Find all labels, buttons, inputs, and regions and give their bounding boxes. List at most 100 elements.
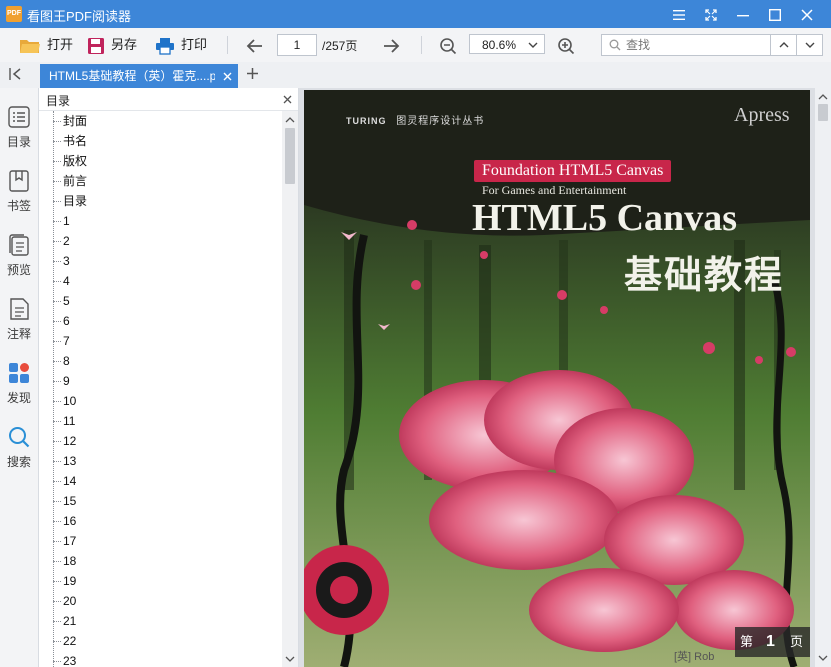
chevron-up-icon <box>779 42 789 48</box>
outline-item[interactable]: 1 <box>39 211 282 231</box>
tab-bar: HTML5基础教程（英）霍克....p <box>0 62 831 89</box>
fullscreen-icon <box>705 9 717 21</box>
rail-item-bookmark[interactable]: 书签 <box>0 170 38 214</box>
open-label: 打开 <box>47 37 74 52</box>
outline-item[interactable]: 4 <box>39 271 282 291</box>
left-rail: 目录 书签 预览 注释 发现 搜索 <box>0 88 39 667</box>
zoom-out-button[interactable] <box>439 34 457 56</box>
scroll-up-icon[interactable] <box>818 94 828 100</box>
outline-item[interactable]: 14 <box>39 471 282 491</box>
page-number-input[interactable]: 1 <box>277 34 317 56</box>
english-title: Foundation HTML5 Canvas <box>482 162 664 179</box>
outline-item[interactable]: 7 <box>39 331 282 351</box>
page-indicator-suffix: 页 <box>790 634 804 649</box>
print-button[interactable]: 打印 <box>155 34 207 56</box>
maximize-icon <box>768 9 782 22</box>
scroll-down-icon[interactable] <box>818 655 828 661</box>
document-tab[interactable]: HTML5基础教程（英）霍克....p <box>40 64 238 88</box>
publisher-logo: Apress <box>734 104 790 126</box>
outline-item[interactable]: 18 <box>39 551 282 571</box>
outline-item[interactable]: 6 <box>39 311 282 331</box>
app-logo-icon: PDF <box>6 6 22 22</box>
outline-item[interactable]: 12 <box>39 431 282 451</box>
prev-page-button[interactable] <box>246 34 264 56</box>
toolbar-separator <box>227 36 228 54</box>
outline-item[interactable]: 23 <box>39 651 282 667</box>
outline-item[interactable]: 3 <box>39 251 282 271</box>
arrow-right-icon <box>384 38 400 53</box>
outline-item[interactable]: 22 <box>39 631 282 651</box>
fullscreen-button[interactable] <box>695 0 727 28</box>
cover-series: TURING 图灵程序设计丛书 <box>346 112 484 127</box>
outline-item[interactable]: 书名 <box>39 131 282 151</box>
scroll-thumb[interactable] <box>285 128 295 184</box>
annotation-icon <box>10 298 29 320</box>
printer-icon <box>156 37 174 55</box>
outline-item[interactable]: 5 <box>39 291 282 311</box>
document-viewer[interactable]: TURING 图灵程序设计丛书 Apress Foundation HTML5 … <box>299 88 815 667</box>
outline-item[interactable]: 15 <box>39 491 282 511</box>
close-tab-icon[interactable] <box>223 72 232 81</box>
window-title: 看图王PDF阅读器 <box>27 9 132 24</box>
outline-item[interactable]: 16 <box>39 511 282 531</box>
rail-item-outline[interactable]: 目录 <box>0 106 38 150</box>
collapse-sidebar-button[interactable] <box>8 67 26 83</box>
rail-label: 发现 <box>6 391 31 405</box>
save-as-button[interactable]: 另存 <box>87 34 137 56</box>
close-button[interactable] <box>791 0 823 28</box>
pdf-page: TURING 图灵程序设计丛书 Apress Foundation HTML5 … <box>304 90 810 667</box>
zoom-select[interactable]: 80.6% <box>469 34 545 54</box>
chevron-down-icon <box>805 42 815 48</box>
outline-item[interactable]: 20 <box>39 591 282 611</box>
rail-item-discover[interactable]: 发现 <box>0 362 38 406</box>
search-input[interactable] <box>624 36 768 54</box>
outline-header: 目录 <box>39 88 298 111</box>
scroll-down-icon[interactable] <box>285 656 295 662</box>
outline-item[interactable]: 19 <box>39 571 282 591</box>
scroll-up-icon[interactable] <box>285 117 295 123</box>
outline-scrollbar[interactable] <box>282 111 298 667</box>
viewer-scrollbar[interactable] <box>815 88 831 667</box>
search-next-button[interactable] <box>796 35 823 55</box>
outline-item[interactable]: 版权 <box>39 151 282 171</box>
rail-item-annotation[interactable]: 注释 <box>0 298 38 342</box>
search-icon <box>609 39 621 51</box>
outline-item[interactable]: 11 <box>39 411 282 431</box>
close-panel-icon[interactable] <box>283 95 292 104</box>
page-indicator: 第 1 页 <box>735 627 810 657</box>
rail-label: 预览 <box>6 263 31 277</box>
open-button[interactable]: 打开 <box>19 34 73 56</box>
zoom-in-button[interactable] <box>557 34 575 56</box>
outline-item[interactable]: 前言 <box>39 171 282 191</box>
save-as-label: 另存 <box>111 37 138 52</box>
search-box <box>601 34 823 56</box>
main-title: HTML5 Canvas <box>472 197 737 239</box>
outline-item[interactable]: 13 <box>39 451 282 471</box>
outline-item[interactable]: 目录 <box>39 191 282 211</box>
rail-label: 书签 <box>6 199 31 213</box>
preview-icon <box>9 234 29 256</box>
outline-item[interactable]: 9 <box>39 371 282 391</box>
next-page-button[interactable] <box>382 34 400 56</box>
menu-button[interactable] <box>663 0 695 28</box>
print-label: 打印 <box>181 37 208 52</box>
search-prev-button[interactable] <box>770 35 796 55</box>
minimize-button[interactable] <box>727 0 759 28</box>
discover-icon <box>9 363 29 383</box>
rail-item-preview[interactable]: 预览 <box>0 234 38 278</box>
rail-item-search[interactable]: 搜索 <box>0 426 38 470</box>
rail-label: 搜索 <box>6 455 31 469</box>
outline-item[interactable]: 17 <box>39 531 282 551</box>
outline-item[interactable]: 封面 <box>39 111 282 131</box>
outline-item[interactable]: 8 <box>39 351 282 371</box>
page-indicator-prefix: 第 <box>740 634 754 649</box>
maximize-button[interactable] <box>759 0 791 28</box>
outline-item[interactable]: 21 <box>39 611 282 631</box>
main-toolbar: 打开 另存 打印 1 /257页 80.6% <box>0 28 831 63</box>
new-tab-button[interactable] <box>245 66 261 82</box>
outline-title: 目录 <box>46 94 71 108</box>
outline-item[interactable]: 2 <box>39 231 282 251</box>
title-bar: PDF 看图王PDF阅读器 <box>0 0 831 28</box>
scroll-thumb[interactable] <box>818 104 828 121</box>
outline-item[interactable]: 10 <box>39 391 282 411</box>
